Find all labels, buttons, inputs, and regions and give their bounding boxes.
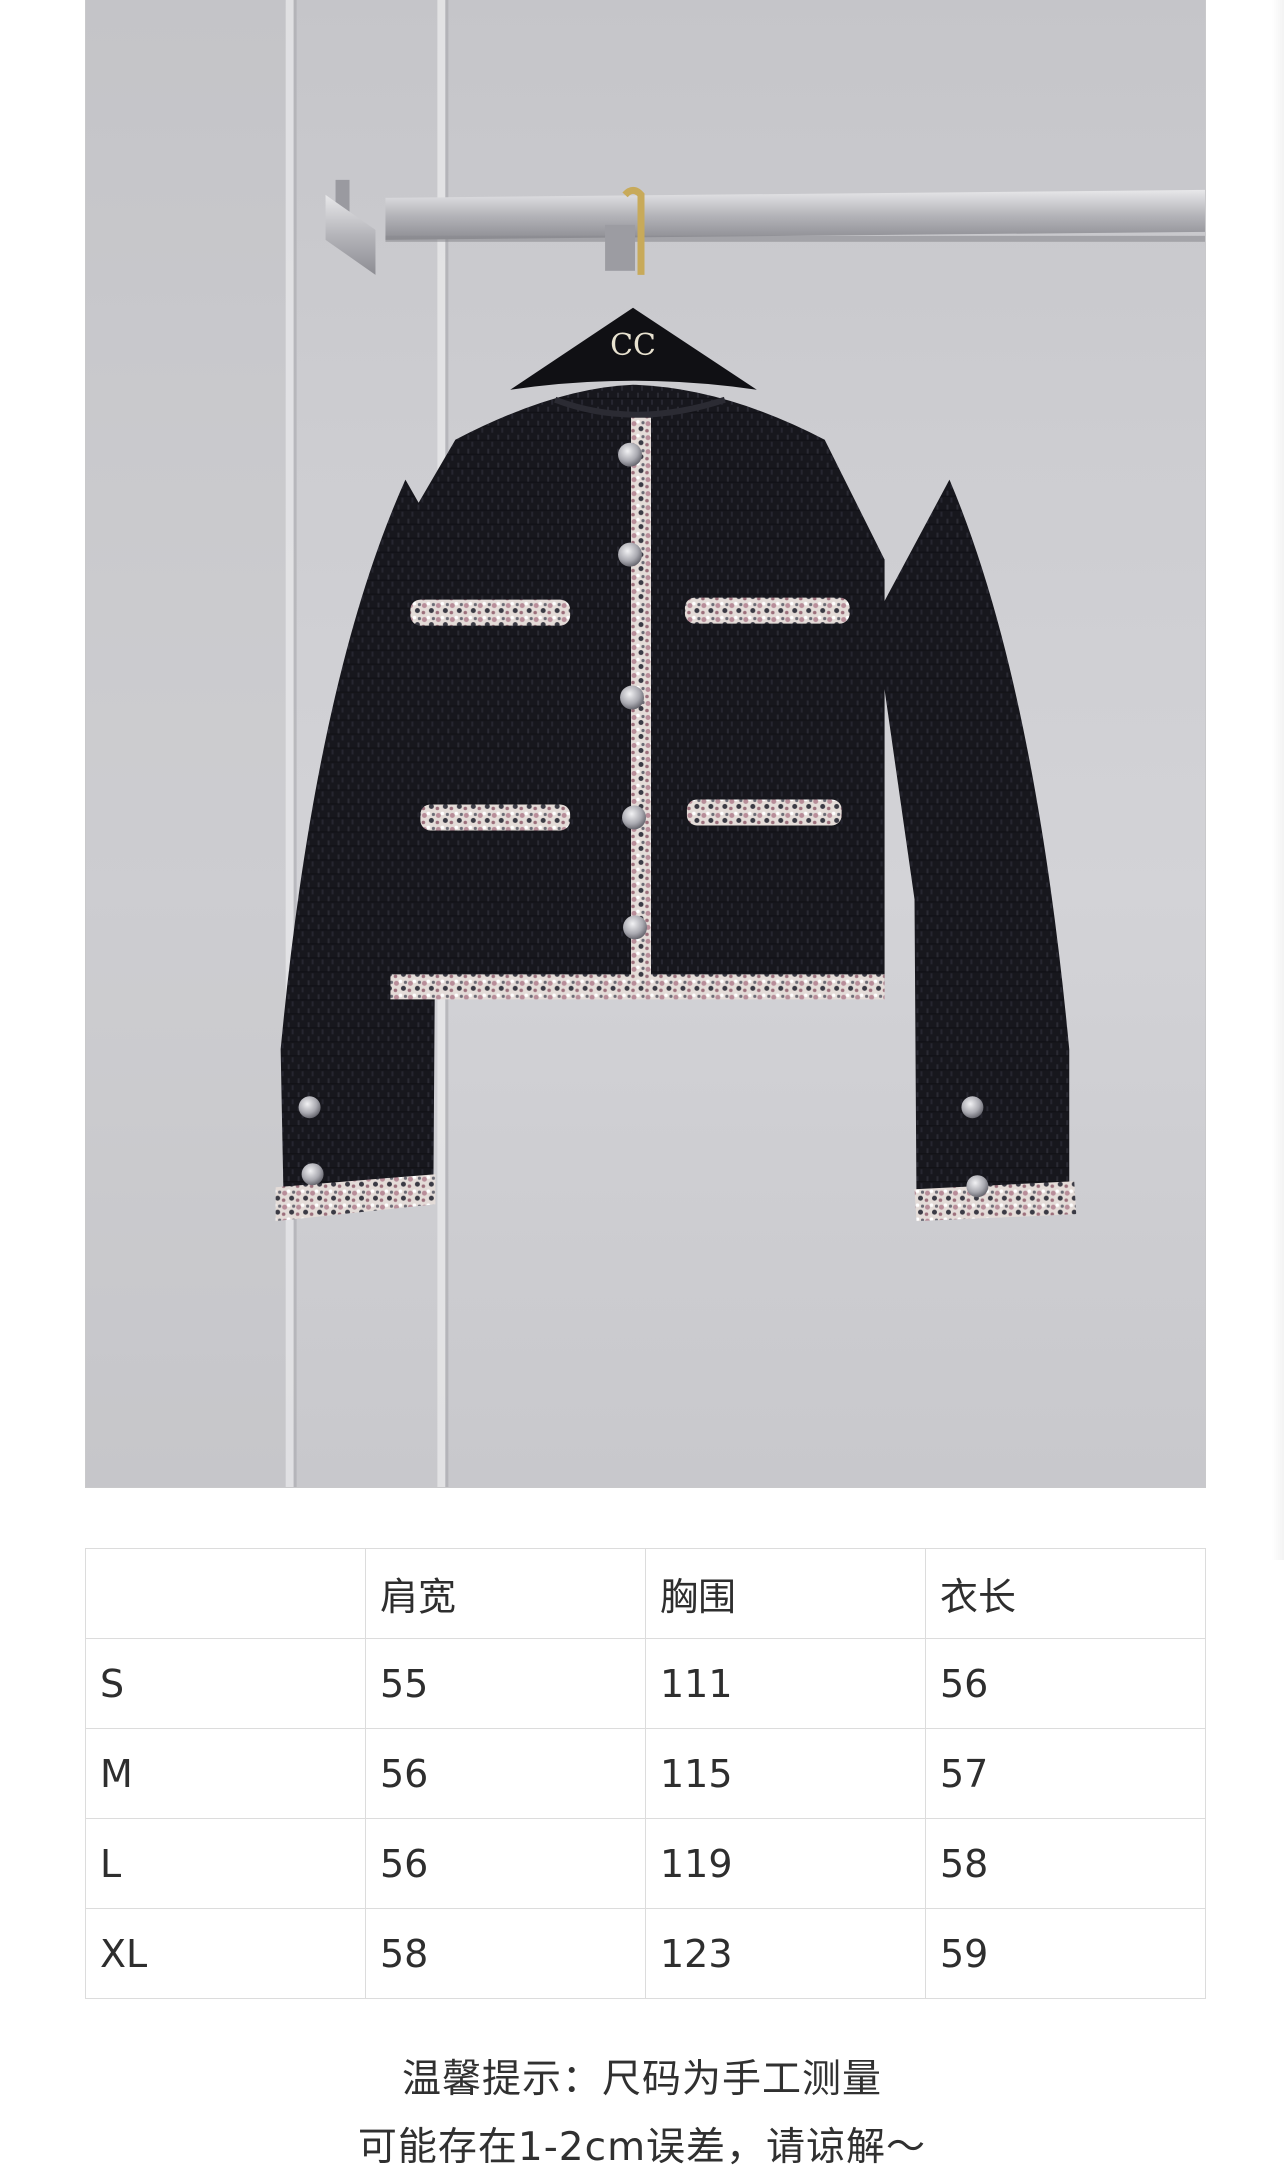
- table-cell: 111: [645, 1638, 926, 1729]
- table-cell: 115: [645, 1728, 926, 1819]
- table-cell: 123: [645, 1908, 926, 1999]
- table-row: M 56 115 57: [85, 1728, 1206, 1819]
- scroll-indicator: [1272, 0, 1284, 1560]
- table-cell: 57: [925, 1728, 1206, 1819]
- table-cell: 55: [365, 1638, 646, 1729]
- hanger-logo: CC: [610, 328, 656, 363]
- size-label: L: [85, 1818, 366, 1909]
- table-cell: 56: [365, 1728, 646, 1819]
- size-label: XL: [85, 1908, 366, 1999]
- notice-line-2: 可能存在1-2cm误差，请谅解～: [357, 2125, 927, 2170]
- table-header-chest: 胸围: [645, 1548, 926, 1639]
- table-header-row: 肩宽 胸围 衣长: [85, 1548, 1206, 1639]
- table-header-cell: [85, 1548, 366, 1639]
- table-cell: 119: [645, 1818, 926, 1909]
- table-cell: 58: [925, 1818, 1206, 1909]
- product-photo: CC: [85, 0, 1206, 1488]
- table-cell: 56: [925, 1638, 1206, 1729]
- table-header-shoulder: 肩宽: [365, 1548, 646, 1639]
- size-label: S: [85, 1638, 366, 1729]
- table-row: L 56 119 58: [85, 1818, 1206, 1909]
- table-cell: 56: [365, 1818, 646, 1909]
- notice-line-1: 温馨提示：尺码为手工测量: [401, 2057, 882, 2102]
- size-label: M: [85, 1728, 366, 1819]
- table-cell: 58: [365, 1908, 646, 1999]
- table-header-length: 衣长: [925, 1548, 1206, 1639]
- size-table: 肩宽 胸围 衣长 S 55 111 56 M 56 115 57 L 56 11…: [85, 1548, 1206, 1999]
- table-cell: 59: [925, 1908, 1206, 1999]
- table-row: XL 58 123 59: [85, 1908, 1206, 1999]
- table-row: S 55 111 56: [85, 1638, 1206, 1729]
